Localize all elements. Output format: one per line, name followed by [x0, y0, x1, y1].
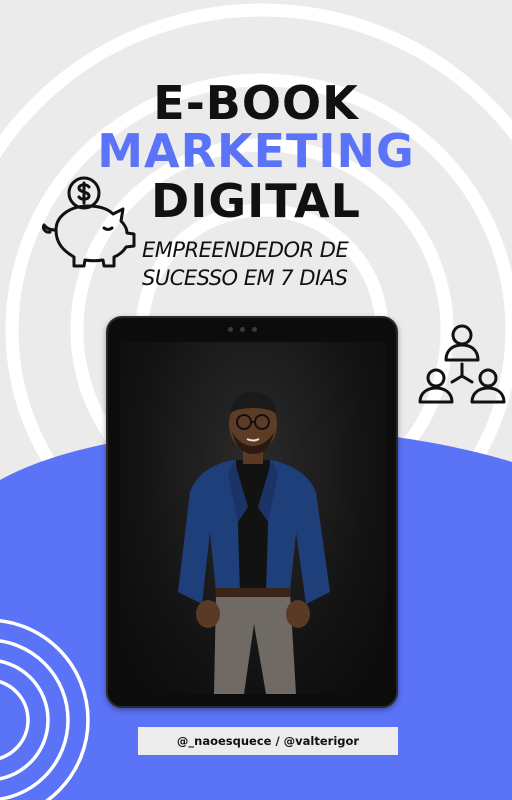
camera-dot	[228, 327, 233, 332]
subtitle: EMPREENDEDOR DE SUCESSO EM 7 DIAS	[142, 236, 412, 292]
social-handles-bar: @_naoesquece / @valterigor	[138, 727, 398, 755]
title-marketing: MARKETING	[97, 124, 415, 178]
portrait-photo	[120, 342, 386, 694]
camera-dot	[240, 327, 245, 332]
subtitle-line-1: EMPREENDEDOR DE	[142, 238, 349, 262]
subtitle-line-2: SUCESSO EM 7 DIAS	[142, 266, 348, 290]
title-ebook: E-BOOK	[153, 76, 359, 130]
person-illustration	[178, 392, 330, 694]
piggy-bank-dollar-icon	[42, 176, 136, 268]
team-network-icon	[418, 324, 506, 404]
tablet-frame	[106, 316, 398, 708]
camera-dot	[252, 327, 257, 332]
